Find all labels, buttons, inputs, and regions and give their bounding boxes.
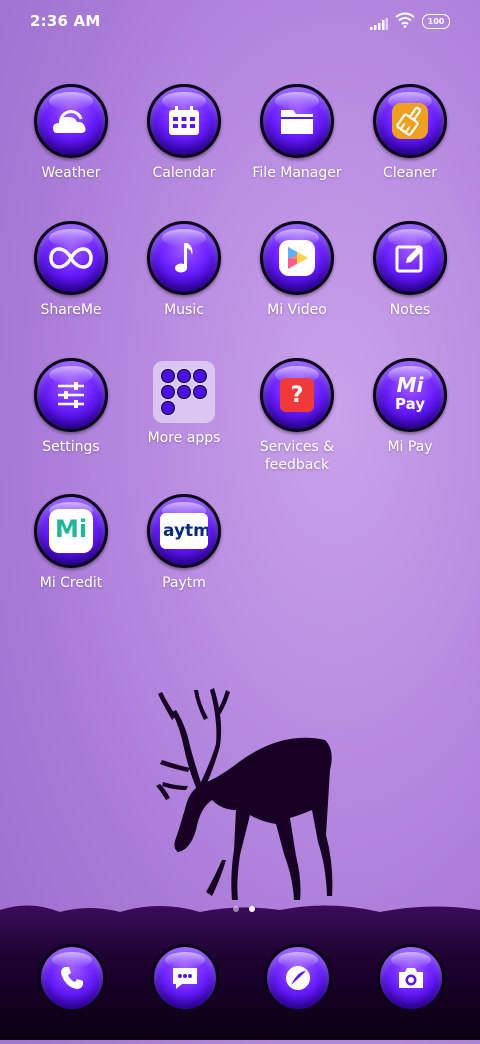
app-calendar[interactable]: Calendar xyxy=(129,84,239,182)
app-label: Weather xyxy=(41,165,101,181)
mini-app-icon xyxy=(161,385,175,399)
page-dot-active[interactable] xyxy=(249,906,255,912)
dock-messages[interactable] xyxy=(151,944,219,1012)
mi-credit-icon: Mi xyxy=(34,494,108,568)
cleaner-icon xyxy=(373,84,447,158)
mi-pay-badge-bottom: Pay xyxy=(394,395,426,413)
page-dot[interactable] xyxy=(233,906,239,912)
dock-camera[interactable] xyxy=(377,944,445,1012)
app-paytm[interactable]: aytm Paytm xyxy=(129,494,239,592)
app-weather[interactable]: Weather xyxy=(16,84,126,182)
app-services-feedback[interactable]: ? Services & feedback xyxy=(242,358,352,474)
mi-video-icon xyxy=(260,221,334,295)
camera-icon xyxy=(396,965,426,991)
mi-credit-badge: Mi xyxy=(54,515,88,543)
messages-icon xyxy=(170,965,200,991)
app-label: Mi Credit xyxy=(39,575,103,591)
app-label: Mi Video xyxy=(267,302,327,318)
calendar-icon xyxy=(147,84,221,158)
mini-app-icon xyxy=(193,369,207,383)
svg-text:?: ? xyxy=(291,383,304,408)
app-mi-pay[interactable]: Mi Pay Mi Pay xyxy=(355,358,465,456)
app-cleaner[interactable]: Cleaner xyxy=(355,84,465,182)
app-label: Paytm xyxy=(162,575,206,591)
folder-icon xyxy=(153,361,215,423)
app-label: Notes xyxy=(389,302,431,318)
mini-app-icon xyxy=(161,401,175,415)
app-label: ShareMe xyxy=(40,302,102,318)
phone-icon xyxy=(59,965,85,991)
settings-sliders-icon xyxy=(34,358,108,432)
dock-phone[interactable] xyxy=(38,944,106,1012)
app-label: File Manager xyxy=(252,165,342,181)
app-label: Settings xyxy=(42,439,100,455)
weather-icon xyxy=(34,84,108,158)
notes-icon xyxy=(373,221,447,295)
app-mi-credit[interactable]: Mi Mi Credit xyxy=(16,494,126,592)
mini-app-icon xyxy=(177,385,191,399)
mini-app-icon xyxy=(193,385,207,399)
app-mi-video[interactable]: Mi Video xyxy=(242,221,352,319)
paytm-icon: aytm xyxy=(147,494,221,568)
app-shareme[interactable]: ShareMe xyxy=(16,221,126,319)
music-note-icon xyxy=(147,221,221,295)
paytm-badge: aytm xyxy=(163,521,208,541)
app-music[interactable]: Music xyxy=(129,221,239,319)
shareme-icon xyxy=(34,221,108,295)
app-label: Cleaner xyxy=(382,165,438,181)
app-grid: Weather Calendar File Manager Cleaner Sh… xyxy=(0,0,480,600)
app-label: More apps xyxy=(147,430,221,446)
mi-pay-icon: Mi Pay xyxy=(373,358,447,432)
folder-more-apps[interactable]: More apps xyxy=(129,358,239,447)
app-notes[interactable]: Notes xyxy=(355,221,465,319)
browser-icon xyxy=(283,963,313,993)
app-settings[interactable]: Settings xyxy=(16,358,126,456)
services-feedback-icon: ? xyxy=(260,358,334,432)
page-indicator xyxy=(228,897,260,916)
app-label: Services & feedback xyxy=(259,439,335,473)
app-label: Calendar xyxy=(152,165,216,181)
dock-browser[interactable] xyxy=(264,944,332,1012)
mini-app-icon xyxy=(177,369,191,383)
app-label: Music xyxy=(164,302,204,318)
app-file-manager[interactable]: File Manager xyxy=(242,84,352,182)
mi-pay-badge-top: Mi xyxy=(396,373,424,397)
folder-icon xyxy=(260,84,334,158)
app-label: Mi Pay xyxy=(387,439,433,455)
mini-app-icon xyxy=(161,369,175,383)
